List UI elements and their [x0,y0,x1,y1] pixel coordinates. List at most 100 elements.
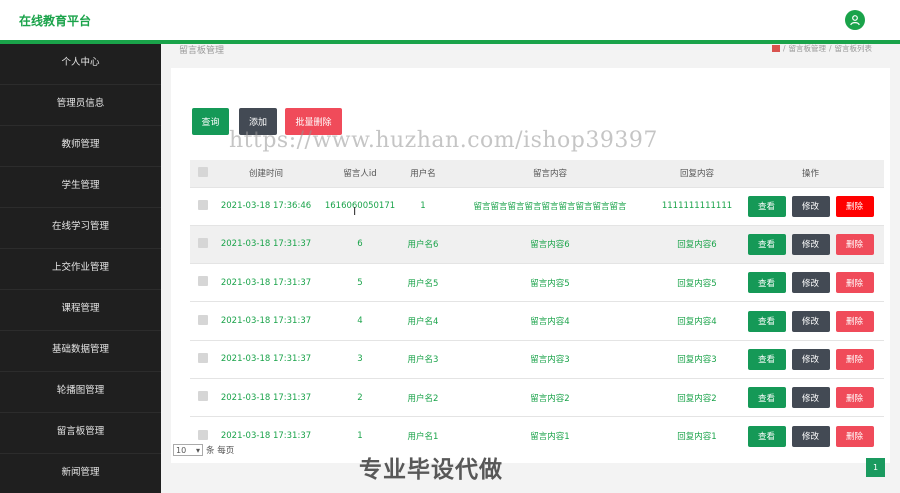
breadcrumb-item-list: 留言板列表 [834,44,873,53]
sidebar-item-carousel[interactable]: 轮播图管理 [0,372,161,413]
cell-reply: 回复内容6 [657,224,737,264]
promo-overlay-text: 专业毕设代做 [359,457,503,483]
row-checkbox[interactable] [197,199,208,210]
cell-uid: 3 [317,339,403,379]
sidebar-item-course-management[interactable]: 课程管理 [0,290,161,331]
view-button[interactable]: 查看 [747,387,786,409]
cell-message: 留言内容5 [443,263,657,302]
cell-actions: 查看 修改 删除 [737,186,884,226]
cell-user: 用户名6 [403,224,443,264]
row-checkbox[interactable] [197,314,208,325]
view-button[interactable]: 查看 [747,233,786,255]
cell-time: 2021-03-18 17:31:37 [215,224,317,264]
delete-button[interactable]: 删除 [835,272,874,294]
sidebar-item-personal-center[interactable]: 个人中心 [0,44,161,85]
cell-message: 留言留言留言留言留言留言留言留言留言 [443,186,657,226]
app-title: 在线教育平台 [19,14,92,28]
page-size-value: 10 [176,445,187,455]
sidebar-item-basic-data[interactable]: 基础数据管理 [0,331,161,372]
cell-reply: 回复内容1 [657,416,737,456]
breadcrumb: / 留言板管理 / 留言板列表 [771,43,873,54]
cell-uid: 1616060050171 [317,186,403,226]
cell-uid: 4 [317,301,403,341]
edit-button[interactable]: 修改 [791,387,830,409]
pagination-size: 10 ▾ 条 每页 [173,444,234,456]
edit-button[interactable]: 修改 [791,310,830,332]
edit-button[interactable]: 修改 [791,425,830,447]
row-select[interactable] [190,301,215,341]
table-row: 2021-03-18 17:31:37 4 用户名4 留言内容4 回复内容4 查… [190,301,884,341]
home-icon[interactable] [771,45,780,52]
row-checkbox[interactable] [197,391,208,402]
delete-button[interactable]: 删除 [835,233,874,255]
page-number-button[interactable]: 1 [866,458,885,477]
sidebar-item-teacher-management[interactable]: 教师管理 [0,126,161,167]
message-table: 创建时间 留言人id 用户名 留言内容 回复内容 操作 2021-03-18 1… [190,160,884,456]
query-button[interactable]: 查询 [192,108,229,135]
view-button[interactable]: 查看 [747,425,786,447]
row-checkbox[interactable] [197,429,208,440]
table-row: 2021-03-18 17:36:46 1616060050171 1 留言留言… [190,186,884,226]
edit-button[interactable]: 修改 [791,195,830,217]
edit-button[interactable]: 修改 [791,233,830,255]
col-reply: 回复内容 [657,160,737,187]
col-actions: 操作 [737,160,884,187]
top-header: 在线教育平台 [0,0,900,40]
view-button[interactable]: 查看 [747,310,786,332]
user-avatar-icon[interactable] [845,10,865,30]
row-checkbox[interactable] [197,352,208,363]
view-button[interactable]: 查看 [747,348,786,370]
cell-time: 2021-03-18 17:31:37 [215,339,317,379]
row-select[interactable] [190,224,215,264]
cell-reply: 1111111111111 [657,186,737,226]
row-select[interactable] [190,377,215,417]
sidebar-item-student-management[interactable]: 学生管理 [0,167,161,208]
cell-message: 留言内容4 [443,301,657,341]
sidebar-item-message-board[interactable]: 留言板管理 [0,413,161,454]
cell-reply: 回复内容3 [657,339,737,379]
row-checkbox[interactable] [197,237,208,248]
select-all-cell[interactable] [190,160,215,187]
delete-button[interactable]: 删除 [835,310,874,332]
sidebar-item-news[interactable]: 新闻管理 [0,454,161,493]
view-button[interactable]: 查看 [747,195,786,217]
cell-uid: 2 [317,377,403,417]
breadcrumb-sep: / [782,44,786,53]
cell-user: 用户名3 [403,339,443,379]
cell-message: 留言内容6 [443,224,657,264]
delete-button[interactable]: 删除 [835,195,874,217]
col-message: 留言内容 [443,160,657,187]
chevron-down-icon: ▾ [195,445,200,455]
edit-button[interactable]: 修改 [791,348,830,370]
cell-uid: 5 [317,263,403,302]
edit-button[interactable]: 修改 [791,272,830,294]
delete-button[interactable]: 删除 [835,348,874,370]
cell-user: 用户名2 [403,377,443,417]
table-row: 2021-03-18 17:31:37 1 用户名1 留言内容1 回复内容1 查… [190,416,884,456]
main-content: 留言板管理 / 留言板管理 / 留言板列表 查询 添加 批量删除 https:/… [161,44,900,493]
cell-time: 2021-03-18 17:36:46 [215,186,317,226]
cell-message: 留言内容2 [443,377,657,417]
cell-user: 用户名5 [403,263,443,302]
col-uid: 留言人id [317,160,403,187]
delete-button[interactable]: 删除 [835,425,874,447]
sidebar-item-admin-info[interactable]: 管理员信息 [0,85,161,126]
page-size-select[interactable]: 10 ▾ [173,444,203,456]
select-all-checkbox[interactable] [197,166,208,177]
breadcrumb-bar: 留言板管理 / 留言板管理 / 留言板列表 [161,44,900,58]
row-select[interactable] [190,263,215,302]
cell-actions: 查看 修改 删除 [737,416,884,456]
cell-time: 2021-03-18 17:31:37 [215,301,317,341]
view-button[interactable]: 查看 [747,272,786,294]
breadcrumb-sep: / [828,44,832,53]
delete-button[interactable]: 删除 [835,387,874,409]
sidebar-item-online-learning[interactable]: 在线学习管理 [0,208,161,249]
text-cursor-icon: I [353,205,357,218]
row-checkbox[interactable] [197,276,208,287]
row-select[interactable] [190,186,215,226]
breadcrumb-item-board[interactable]: 留言板管理 [788,43,826,54]
row-select[interactable] [190,339,215,379]
cell-actions: 查看 修改 删除 [737,339,884,379]
cell-actions: 查看 修改 删除 [737,224,884,264]
sidebar-item-homework[interactable]: 上交作业管理 [0,249,161,290]
